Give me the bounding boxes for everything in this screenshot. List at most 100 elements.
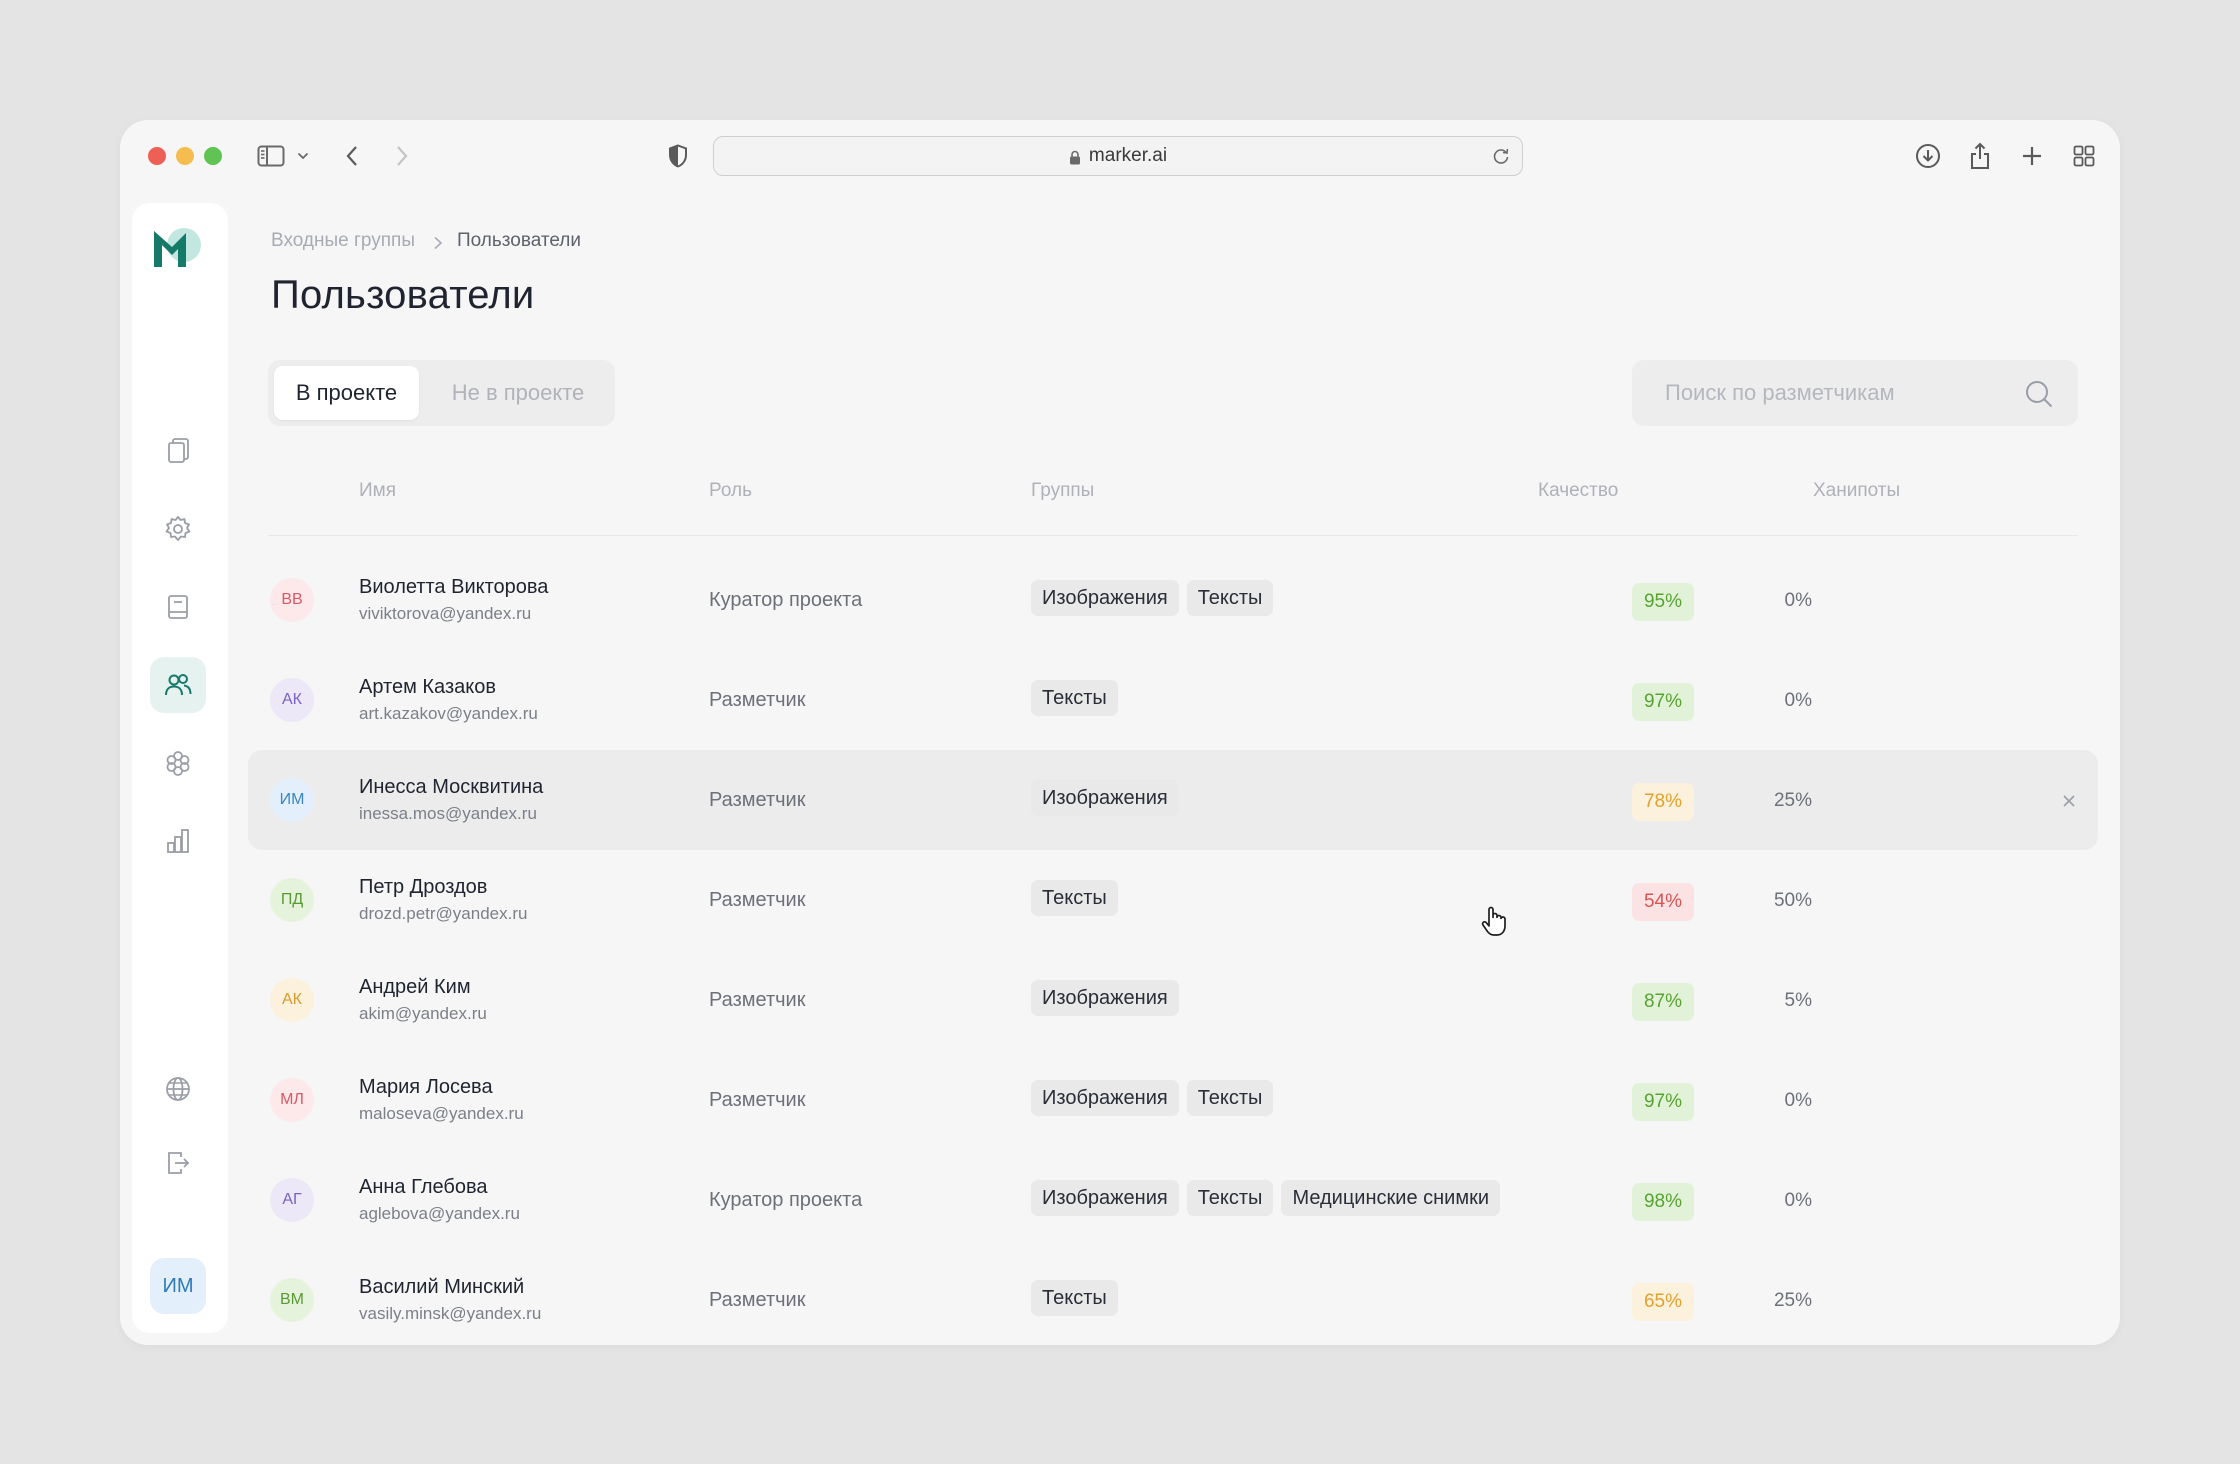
user-groups: Изображения xyxy=(1031,980,1179,1016)
user-groups: Тексты xyxy=(1031,1280,1118,1316)
chevron-right-icon xyxy=(433,234,443,250)
user-role: Разметчик xyxy=(709,789,806,811)
honeypot-rate: 0% xyxy=(1784,690,1812,711)
user-name: Инесса Москвитина xyxy=(359,776,544,798)
sidebar-item-instructions[interactable] xyxy=(150,579,206,635)
users-table-body: ВВ Виолетта Викторова viviktorova@yandex.r… xyxy=(248,550,2098,1345)
pointer-cursor-icon xyxy=(1480,905,1508,937)
honeypot-rate: 25% xyxy=(1773,790,1812,811)
sidebar-item-users[interactable] xyxy=(150,657,206,713)
breadcrumb-current: Пользователи xyxy=(457,230,582,251)
user-email: vasily.minsk@yandex.ru xyxy=(359,1304,542,1323)
back-icon[interactable] xyxy=(342,140,362,172)
avatar: АК xyxy=(270,978,314,1022)
user-name: Андрей Ким xyxy=(359,976,471,998)
table-row[interactable]: ВВ Виолетта Викторова viviktorova@yandex.r… xyxy=(248,550,2098,650)
user-email: maloseva@yandex.ru xyxy=(359,1104,524,1123)
table-row[interactable]: АК Андрей Ким akim@yandex.ru Разметчик Изобр… xyxy=(248,950,2098,1050)
sidebar-item-statistics[interactable] xyxy=(150,813,206,869)
breadcrumb: Входные группы Пользователи xyxy=(271,230,581,252)
table-row[interactable]: АГ Анна Глебова aglebova@yandex.ru Куратор … xyxy=(248,1150,2098,1250)
avatar: МЛ xyxy=(270,1078,314,1122)
search-box xyxy=(1632,360,2078,426)
tab-not-in-project[interactable]: Не в проекте xyxy=(428,366,608,420)
logout-icon xyxy=(168,1152,190,1174)
quality-badge: 98% xyxy=(1632,1183,1694,1221)
users-icon xyxy=(165,674,192,696)
table-row[interactable]: ПД Петр Дроздов drozd.petr@yandex.ru Размет… xyxy=(248,850,2098,950)
user-name: Василий Минский xyxy=(359,1276,525,1298)
group-tag: Тексты xyxy=(1186,1180,1274,1216)
quality-badge: 65% xyxy=(1632,1283,1694,1321)
column-header-honeypots[interactable]: Ханипоты xyxy=(1813,480,1900,502)
table-row[interactable]: АК Артем Казаков art.kazakov@yandex.ru Разм… xyxy=(248,650,2098,750)
group-tag: Изображения xyxy=(1031,1180,1179,1216)
group-tag: Тексты xyxy=(1186,580,1274,616)
quality-badge: 97% xyxy=(1632,683,1694,721)
group-tag: Медицинские снимки xyxy=(1281,1180,1501,1216)
chevron-down-icon[interactable] xyxy=(296,140,310,172)
user-email: art.kazakov@yandex.ru xyxy=(359,704,538,723)
components-icon xyxy=(166,751,190,776)
sidebar-item-language[interactable] xyxy=(150,1061,206,1117)
user-email: akim@yandex.ru xyxy=(359,1004,487,1023)
avatar: ВВ xyxy=(270,578,314,622)
group-tag: Тексты xyxy=(1031,680,1118,716)
user-groups: Изображения Тексты Медицинские снимки xyxy=(1031,1180,1501,1216)
marker-logo[interactable] xyxy=(150,223,206,275)
group-tag: Изображения xyxy=(1031,1080,1179,1116)
column-header-name[interactable]: Имя xyxy=(359,480,396,502)
new-tab-icon[interactable] xyxy=(2018,140,2046,172)
group-tag: Изображения xyxy=(1031,780,1179,816)
search-input[interactable] xyxy=(1632,360,2012,426)
user-role: Куратор проекта xyxy=(709,1189,863,1211)
table-header: Имя Роль Группы Качество Ханипоты xyxy=(268,480,2078,536)
current-user-avatar[interactable]: ИМ xyxy=(150,1258,206,1314)
privacy-shield-icon[interactable] xyxy=(667,140,689,172)
forward-icon[interactable] xyxy=(392,140,412,172)
share-icon[interactable] xyxy=(1966,140,1994,172)
url-text: marker.ai xyxy=(1088,145,1168,166)
table-row[interactable]: МЛ Мария Лосева maloseva@yandex.ru Разметчи… xyxy=(248,1050,2098,1150)
column-header-groups[interactable]: Группы xyxy=(1031,480,1094,502)
user-role: Разметчик xyxy=(709,889,806,911)
search-icon[interactable] xyxy=(2024,379,2054,409)
tab-overview-icon[interactable] xyxy=(2070,140,2098,172)
reload-icon[interactable] xyxy=(1492,147,1510,171)
user-name: Мария Лосева xyxy=(359,1076,493,1098)
sidebar-item-documents[interactable] xyxy=(150,423,206,479)
avatar: ВМ xyxy=(270,1278,314,1322)
zoom-window-button[interactable] xyxy=(204,147,222,165)
user-groups: Изображения xyxy=(1031,780,1179,816)
column-header-role[interactable]: Роль xyxy=(709,480,752,502)
column-header-quality[interactable]: Качество xyxy=(1538,480,1618,502)
honeypot-rate: 0% xyxy=(1784,1090,1812,1111)
close-window-button[interactable] xyxy=(148,147,166,165)
sidebar-toggle-icon[interactable] xyxy=(256,140,286,172)
remove-user-icon[interactable] xyxy=(2060,792,2078,810)
avatar: ИМ xyxy=(270,778,314,822)
group-tag: Тексты xyxy=(1031,1280,1118,1316)
sidebar-item-logout[interactable] xyxy=(150,1135,206,1191)
quality-badge: 95% xyxy=(1632,583,1694,621)
tab-in-project[interactable]: В проекте xyxy=(274,366,419,420)
user-role: Разметчик xyxy=(709,989,806,1011)
table-row[interactable]: ВМ Василий Минский vasily.minsk@yandex.ru Р… xyxy=(248,1250,2098,1345)
user-role: Разметчик xyxy=(709,1089,806,1111)
honeypot-rate: 0% xyxy=(1784,1190,1812,1211)
download-icon[interactable] xyxy=(1914,140,1942,172)
user-groups: Тексты xyxy=(1031,880,1118,916)
avatar: АГ xyxy=(270,1178,314,1222)
browser-window: marker.ai ИМ Входные группы Пользователи… xyxy=(120,120,2120,1345)
project-tabs: В проекте Не в проекте xyxy=(268,360,615,426)
address-bar[interactable]: marker.ai xyxy=(713,136,1523,176)
settings-icon xyxy=(165,516,191,541)
chart-icon xyxy=(167,829,189,853)
minimize-window-button[interactable] xyxy=(176,147,194,165)
breadcrumb-parent-link[interactable]: Входные группы xyxy=(271,230,415,252)
user-name: Петр Дроздов xyxy=(359,876,488,898)
sidebar-item-settings[interactable] xyxy=(150,501,206,557)
sidebar-item-components[interactable] xyxy=(150,735,206,791)
table-row[interactable]: ИМ Инесса Москвитина inessa.mos@yandex.ru Р… xyxy=(248,750,2098,850)
user-email: drozd.petr@yandex.ru xyxy=(359,904,528,923)
